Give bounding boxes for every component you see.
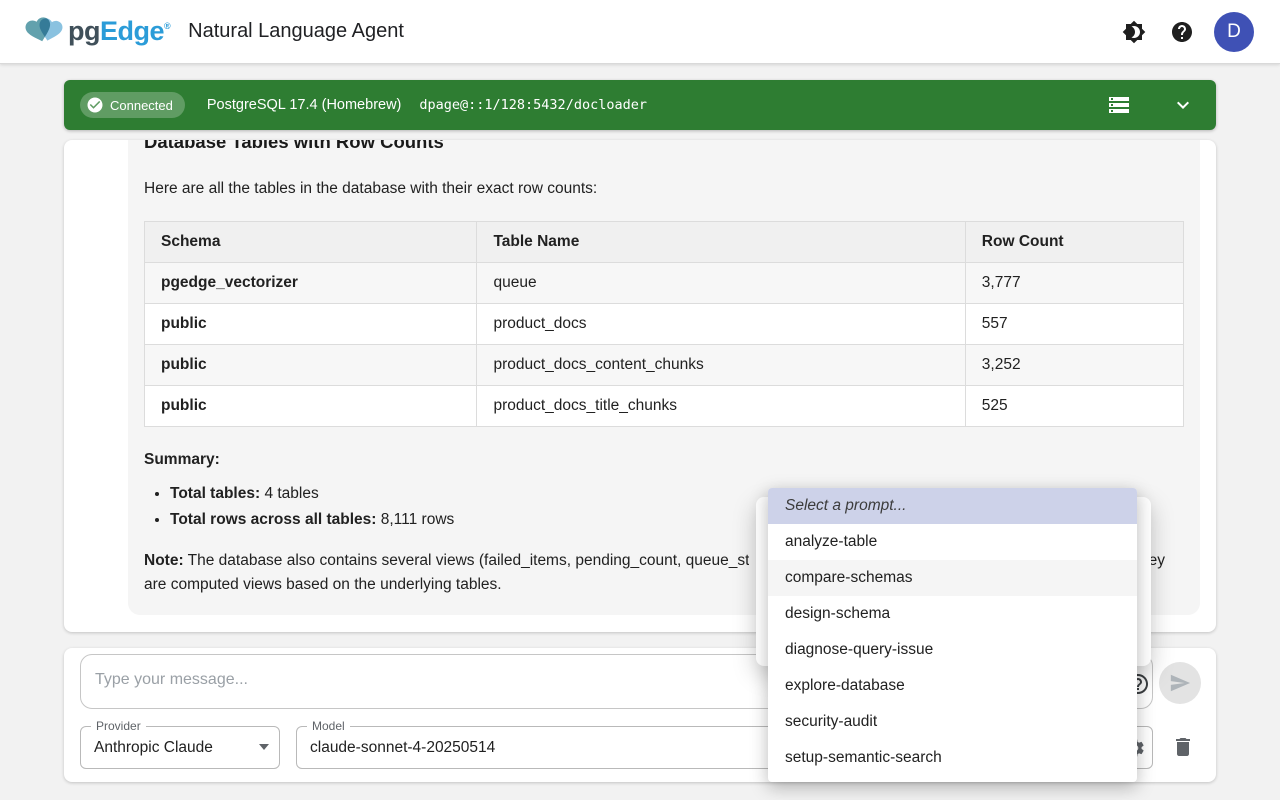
row-count-cell: 3,777: [965, 263, 1183, 304]
summary-label: Summary:: [144, 449, 1184, 471]
schema-cell: public: [145, 386, 477, 427]
model-value: claude-sonnet-4-20250514: [310, 727, 495, 768]
prompt-menu-item[interactable]: analyze-table: [768, 524, 1137, 560]
row-count-cell: 525: [965, 386, 1183, 427]
table-name-cell: product_docs: [477, 304, 965, 345]
select-arrow-icon: [259, 744, 269, 750]
table-header-cell: Row Count: [965, 222, 1183, 263]
connection-status-badge: Connected: [80, 92, 185, 118]
connection-status-text: Connected: [110, 98, 173, 113]
pgedge-logo: pgEdge®: [22, 11, 170, 53]
pgedge-logo-icon: [22, 11, 66, 53]
prompt-menu-item[interactable]: diagnose-query-issue: [768, 632, 1137, 668]
prompt-menu-item[interactable]: design-schema: [768, 596, 1137, 632]
table-header-cell: Table Name: [477, 222, 965, 263]
message-intro: Here are all the tables in the database …: [144, 177, 1184, 201]
row-count-cell: 557: [965, 304, 1183, 345]
prompt-menu: Select a prompt... analyze-table compare…: [768, 488, 1137, 782]
schema-cell: public: [145, 345, 477, 386]
connection-bar[interactable]: Connected PostgreSQL 17.4 (Homebrew) dpa…: [64, 80, 1216, 130]
check-circle-icon: [86, 96, 104, 114]
connection-string-text: dpage@::1/128:5432/docloader: [419, 97, 647, 113]
table-name-cell: product_docs_content_chunks: [477, 345, 965, 386]
table-header-cell: Schema: [145, 222, 477, 263]
clear-chat-trash-icon[interactable]: [1170, 734, 1196, 760]
chevron-down-icon[interactable]: [1171, 93, 1195, 117]
prompt-menu-item[interactable]: compare-schemas: [768, 560, 1137, 596]
table-row: public product_docs_title_chunks 525: [145, 386, 1184, 427]
message-heading: Database Tables with Row Counts: [144, 140, 1184, 155]
row-counts-table: SchemaTable NameRow Count pgedge_vectori…: [144, 221, 1184, 427]
page-title: Natural Language Agent: [188, 20, 404, 43]
server-version-text: PostgreSQL 17.4 (Homebrew): [207, 97, 402, 113]
theme-toggle-icon[interactable]: [1122, 20, 1146, 44]
send-icon: [1169, 672, 1191, 694]
prompt-menu-items: analyze-table compare-schemas design-sch…: [768, 524, 1137, 776]
table-name-cell: product_docs_title_chunks: [477, 386, 965, 427]
prompt-menu-placeholder[interactable]: Select a prompt...: [768, 488, 1137, 524]
app-header: pgEdge® Natural Language Agent D: [0, 0, 1280, 64]
table-row: public product_docs 557: [145, 304, 1184, 345]
send-button[interactable]: [1159, 662, 1201, 704]
table-name-cell: queue: [477, 263, 965, 304]
server-list-icon[interactable]: [1107, 93, 1131, 117]
schema-cell: public: [145, 304, 477, 345]
help-icon[interactable]: [1170, 20, 1194, 44]
schema-cell: pgedge_vectorizer: [145, 263, 477, 304]
row-count-cell: 3,252: [965, 345, 1183, 386]
pgedge-logo-text: pgEdge®: [68, 16, 170, 47]
prompt-menu-item[interactable]: explore-database: [768, 668, 1137, 704]
provider-select[interactable]: Provider Anthropic Claude: [80, 726, 280, 769]
prompt-menu-item[interactable]: setup-semantic-search: [768, 740, 1137, 776]
table-row: pgedge_vectorizer queue 3,777: [145, 263, 1184, 304]
user-avatar[interactable]: D: [1214, 12, 1254, 52]
provider-value: Anthropic Claude: [94, 727, 213, 768]
table-row: public product_docs_content_chunks 3,252: [145, 345, 1184, 386]
prompt-menu-item[interactable]: security-audit: [768, 704, 1137, 740]
